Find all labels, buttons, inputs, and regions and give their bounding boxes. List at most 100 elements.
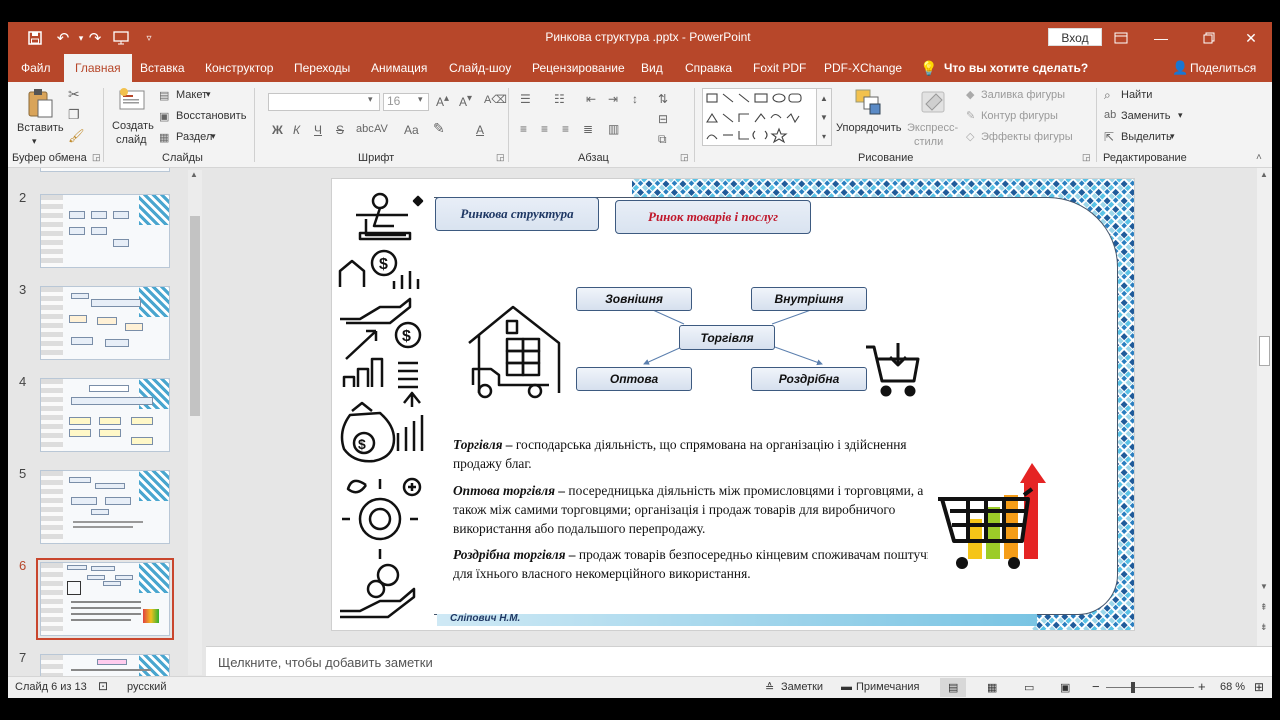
close-icon[interactable]: ✕	[1236, 26, 1266, 50]
tab-slideshow[interactable]: Слайд-шоу	[449, 54, 511, 82]
notes-pane[interactable]: Щелкните, чтобы добавить заметки	[206, 646, 1272, 676]
collapse-ribbon-icon[interactable]: ˄	[1256, 152, 1262, 163]
share-button[interactable]: Поделиться	[1190, 54, 1256, 82]
spellcheck-icon[interactable]: ⊡	[98, 679, 108, 693]
select-icon[interactable]: ⇱	[1104, 130, 1114, 144]
thumbnail-scroll-thumb[interactable]	[190, 216, 200, 416]
slide-scrollbar[interactable]: ▲ ▼ ⇞ ⇟	[1257, 168, 1272, 646]
numbering-icon[interactable]: ☷	[554, 92, 565, 106]
tab-pdf-xchange[interactable]: PDF-XChange	[824, 54, 902, 82]
clear-formatting-icon[interactable]: A⌫	[484, 93, 507, 106]
scroll-down-icon[interactable]: ▼	[1260, 582, 1268, 591]
next-slide-icon[interactable]: ⇟	[1260, 622, 1268, 633]
slideshow-view-icon[interactable]: ▣	[1060, 681, 1070, 694]
paste-icon[interactable]	[26, 88, 56, 118]
slide-thumbnail-4[interactable]	[40, 378, 170, 452]
align-right-icon[interactable]: ≡	[562, 122, 569, 136]
font-color-icon[interactable]: A	[476, 123, 484, 137]
decrease-indent-icon[interactable]: ⇤	[586, 92, 596, 106]
slide-thumbnail[interactable]	[40, 168, 170, 172]
notes-toggle-button[interactable]: Заметки	[781, 681, 823, 693]
clipboard-launcher-icon[interactable]: ◲	[92, 152, 101, 163]
slide-thumbnail-6-selected[interactable]	[36, 558, 174, 640]
fit-to-window-icon[interactable]: ⊞	[1254, 680, 1264, 694]
quick-styles-icon[interactable]	[918, 88, 948, 118]
zoom-in-icon[interactable]: +	[1198, 679, 1206, 694]
section-dropdown-icon[interactable]: ▾	[211, 131, 216, 142]
increase-font-icon[interactable]: A▴	[436, 93, 449, 109]
slide-thumbnail-2[interactable]	[40, 194, 170, 268]
section-icon[interactable]: ▦	[159, 131, 169, 144]
zoom-slider[interactable]	[1106, 687, 1194, 688]
paste-button[interactable]: Вставить	[17, 122, 64, 134]
font-launcher-icon[interactable]: ◲	[496, 152, 505, 163]
increase-indent-icon[interactable]: ⇥	[608, 92, 618, 106]
font-name-input[interactable]	[268, 93, 380, 111]
quick-styles-label-2[interactable]: стили	[914, 136, 943, 148]
cut-icon[interactable]: ✂	[68, 86, 80, 103]
language-indicator[interactable]: русский	[127, 681, 166, 693]
customize-toolbar-icon[interactable]: ▿	[138, 28, 160, 48]
ribbon-display-options-icon[interactable]	[1106, 26, 1136, 50]
columns-icon[interactable]: ▥	[608, 122, 619, 136]
font-name-dropdown-icon[interactable]: ▾	[368, 94, 373, 105]
redo-icon[interactable]: ↷	[84, 28, 106, 48]
layout-icon[interactable]: ▤	[159, 89, 169, 102]
restore-icon[interactable]	[1194, 26, 1224, 50]
tab-foxit-pdf[interactable]: Foxit PDF	[753, 54, 806, 82]
section-button[interactable]: Раздел	[176, 131, 212, 143]
zoom-slider-thumb[interactable]	[1131, 682, 1135, 693]
scroll-up-icon[interactable]: ▲	[190, 170, 198, 179]
slide-scroll-thumb[interactable]	[1259, 336, 1270, 366]
layout-button[interactable]: Макет	[176, 89, 207, 101]
arrange-button[interactable]: Упорядочить	[836, 122, 901, 134]
shape-effects-icon[interactable]: ◇	[966, 130, 974, 143]
justify-icon[interactable]: ≣	[583, 122, 593, 136]
tab-animations[interactable]: Анимация	[371, 54, 427, 82]
line-spacing-icon[interactable]: ↕	[632, 92, 638, 106]
tab-view[interactable]: Вид	[641, 54, 663, 82]
decrease-font-icon[interactable]: A▾	[459, 93, 472, 109]
bold-button[interactable]: Ж	[272, 123, 283, 137]
tab-help[interactable]: Справка	[685, 54, 732, 82]
comments-toggle-button[interactable]: Примечания	[856, 681, 920, 693]
previous-slide-icon[interactable]: ⇞	[1260, 602, 1268, 613]
tab-transitions[interactable]: Переходы	[294, 54, 350, 82]
notes-placeholder[interactable]: Щелкните, чтобы добавить заметки	[218, 655, 433, 670]
smartart-icon[interactable]: ⧉	[658, 132, 667, 147]
align-left-icon[interactable]: ≡	[520, 122, 527, 136]
save-icon[interactable]	[24, 28, 46, 48]
shape-outline-button[interactable]: Контур фигуры	[981, 110, 1058, 122]
align-center-icon[interactable]: ≡	[541, 122, 548, 136]
drawing-launcher-icon[interactable]: ◲	[1082, 152, 1091, 163]
reset-icon[interactable]: ▣	[159, 110, 169, 123]
shape-effects-button[interactable]: Эффекты фигуры	[981, 131, 1073, 143]
tab-file[interactable]: Файл	[21, 54, 51, 82]
text-shadow-icon[interactable]: abc	[356, 123, 374, 135]
bullets-icon[interactable]: ☰	[520, 92, 531, 106]
zoom-out-icon[interactable]: −	[1092, 679, 1100, 694]
replace-dropdown-icon[interactable]: ▾	[1178, 110, 1183, 121]
copy-icon[interactable]: ❐	[68, 107, 80, 123]
strikethrough-button[interactable]: S	[336, 123, 344, 137]
slideshow-from-start-icon[interactable]	[110, 28, 132, 48]
underline-button[interactable]: Ч	[314, 123, 322, 137]
comments-icon[interactable]: ▬	[841, 681, 852, 693]
align-text-icon[interactable]: ⊟	[658, 112, 668, 126]
select-dropdown-icon[interactable]: ▾	[1170, 131, 1175, 142]
char-spacing-button[interactable]: AV	[374, 123, 388, 135]
minimize-icon[interactable]: —	[1146, 26, 1176, 50]
replace-button[interactable]: Заменить	[1121, 110, 1170, 122]
scroll-up-icon[interactable]: ▲	[1260, 170, 1268, 179]
sign-in-button[interactable]: Вход	[1048, 28, 1102, 46]
change-case-button[interactable]: Aa	[404, 123, 419, 137]
notes-icon[interactable]: ≙	[765, 681, 774, 694]
quick-styles-button[interactable]: Экспресс-	[907, 122, 958, 134]
font-size-dropdown-icon[interactable]: ▾	[418, 94, 423, 105]
layout-dropdown-icon[interactable]: ▾	[206, 89, 211, 100]
replace-icon[interactable]: ab	[1104, 109, 1116, 121]
find-button[interactable]: Найти	[1121, 89, 1152, 101]
shapes-gallery-scroll[interactable]: ▲ ▼ ▾	[816, 88, 832, 146]
shape-fill-button[interactable]: Заливка фигуры	[981, 89, 1065, 101]
highlight-icon[interactable]: ✎	[433, 120, 445, 137]
